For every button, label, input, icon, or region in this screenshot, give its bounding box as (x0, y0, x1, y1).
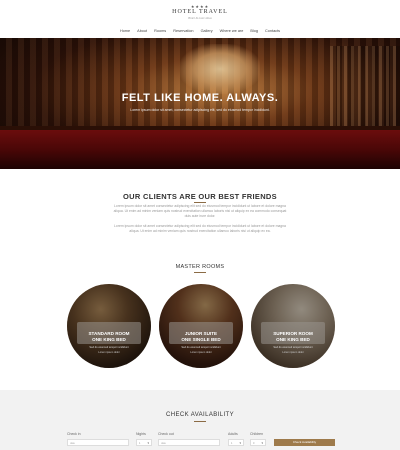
nav-blog[interactable]: Blog (250, 29, 258, 33)
availability-heading: CHECK AVAILABILITY (166, 412, 234, 418)
slider-dots (0, 160, 400, 169)
children-select[interactable]: 0 ▾ (250, 439, 266, 446)
children-value: 0 (253, 441, 255, 445)
hero-bottles (330, 46, 400, 126)
heading-divider (194, 272, 206, 273)
adults-select[interactable]: 1 ▾ (228, 439, 244, 446)
nav-home[interactable]: Home (120, 29, 130, 33)
hero-banner: FELT LIKE HOME. ALWAYS. Lorem ipsum dolo… (0, 38, 400, 169)
room-more-link[interactable]: Lorem ipsum dolor (251, 351, 335, 354)
room-overlay (251, 284, 335, 368)
room-card-superior[interactable]: SUPERIOR ROOM ONE KING BED Sed do eiusmo… (251, 284, 335, 368)
rooms-heading: MASTER ROOMS (175, 264, 225, 270)
nav-reservation[interactable]: Reservation (173, 29, 193, 33)
availability-section: CHECK AVAILABILITY Check in date Nights … (0, 390, 400, 450)
room-overlay (159, 284, 243, 368)
chevron-down-icon: ▾ (147, 441, 149, 445)
room-card-standard[interactable]: STANDARD ROOM ONE KING BED Sed do eiusmo… (67, 284, 151, 368)
logo-tagline: Hotel & more ideas (188, 16, 212, 20)
check-availability-button[interactable]: Check Availability (274, 439, 335, 446)
adults-value: 1 (231, 441, 233, 445)
nav-gallery[interactable]: Gallery (201, 29, 213, 33)
checkout-input[interactable]: date (158, 439, 220, 446)
nav-about[interactable]: About (137, 29, 147, 33)
chevron-down-icon: ▾ (261, 441, 263, 445)
hero-subtitle: Lorem ipsum dolor sit amet, consectetur … (130, 108, 270, 112)
adults-label: Adults (228, 432, 238, 436)
room-description: Sed do eiusmod tempor incididunt (273, 346, 313, 349)
checkout-label: Check out (158, 432, 174, 436)
room-more-link[interactable]: Lorem ipsum dolor (159, 351, 243, 354)
room-description: Sed do eiusmod tempor incididunt (181, 346, 221, 349)
clients-paragraph: Lorem ipsum dolor sit amet consectetur a… (113, 204, 287, 218)
site-header: ★★★★ HOTEL TRAVEL Hotel & more ideas Hom… (0, 0, 400, 38)
chevron-down-icon: ▾ (239, 441, 241, 445)
nav-contacts[interactable]: Contacts (265, 29, 280, 33)
hero-title: FELT LIKE HOME. ALWAYS. (121, 92, 279, 104)
clients-heading: OUR CLIENTS ARE OUR BEST FRIENDS (123, 192, 277, 201)
main-nav: Home About Rooms Reservation Gallery Whe… (0, 29, 400, 33)
nights-select[interactable]: 1 ▾ (136, 439, 152, 446)
room-card-junior-suite[interactable]: JUNIOR SUITE ONE SINGLE BED Sed do eiusm… (159, 284, 243, 368)
checkin-input[interactable]: date (67, 439, 129, 446)
heading-divider (194, 421, 206, 422)
nights-value: 1 (139, 441, 141, 445)
hero-window-glow (180, 44, 260, 94)
nav-rooms[interactable]: Rooms (154, 29, 166, 33)
children-label: Children (250, 432, 264, 436)
hotel-logo[interactable]: HOTEL TRAVEL (0, 9, 400, 15)
room-description: Sed do eiusmod tempor incididunt (89, 346, 129, 349)
nav-where-we-are[interactable]: Where we are (220, 29, 244, 33)
clients-paragraph: Lorem ipsum dolor sit amet consectetur a… (114, 224, 286, 233)
room-name-line1: JUNIOR SUITE (184, 331, 218, 336)
room-name-line2: ONE KING BED (276, 337, 310, 342)
room-more-link[interactable]: Lorem ipsum dolor (67, 351, 151, 354)
checkin-label: Check in (67, 432, 81, 436)
room-name-line2: ONE SINGLE BED (181, 337, 221, 342)
room-name-line1: STANDARD ROOM (88, 331, 130, 336)
room-name-line2: ONE KING BED (92, 337, 126, 342)
heading-divider (194, 202, 206, 203)
nights-label: Nights (136, 432, 146, 436)
room-overlay (67, 284, 151, 368)
room-name-line1: SUPERIOR ROOM (273, 331, 313, 336)
